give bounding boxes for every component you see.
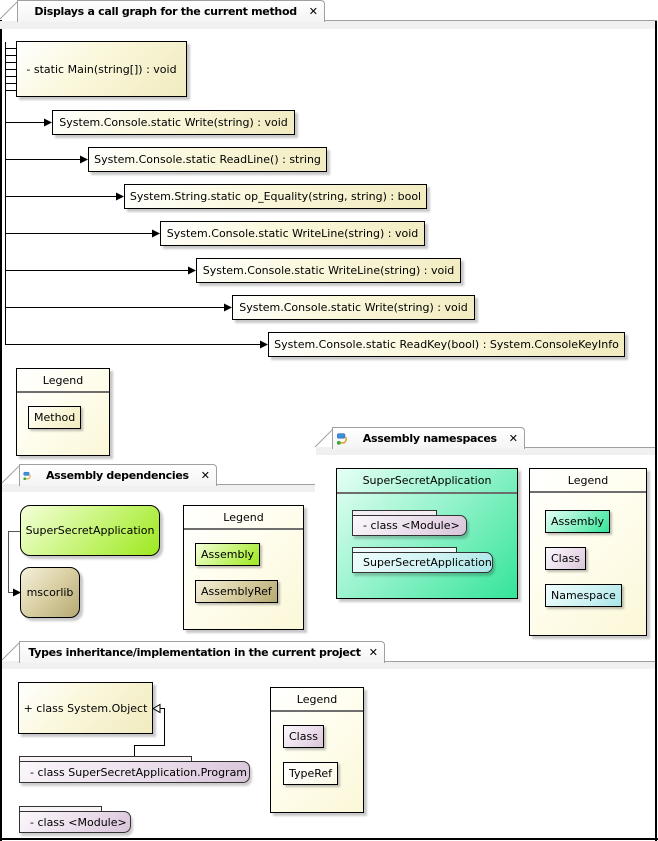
legend-item-assembly: Assembly	[195, 543, 261, 566]
root-method-node[interactable]: - static Main(string[]) : void	[16, 41, 187, 97]
callee-node[interactable]: System.Console.static WriteLine(string) …	[160, 221, 425, 246]
callee-label: System.Console.static ReadKey(bool) : Sy…	[274, 338, 619, 351]
derived-type-node[interactable]: - class SuperSecretApplication.Program	[19, 756, 250, 783]
window-border-left	[0, 20, 2, 841]
legend-title: Legend	[530, 469, 646, 493]
assembly-label: SuperSecretApplication	[25, 524, 155, 537]
window-border-right	[655, 20, 657, 841]
callee-label: System.Console.static Write(string) : vo…	[59, 116, 288, 129]
types-inheritance-legend: Legend Class TypeRef	[270, 687, 364, 813]
call-graph-legend: Legend Method	[16, 368, 110, 456]
assembly-ref-node[interactable]: mscorlib	[20, 567, 80, 618]
namespace-assembly-node[interactable]: SuperSecretApplication - class <Module> …	[336, 468, 518, 599]
tab-call-graph[interactable]: Displays a call graph for the current me…	[17, 0, 325, 22]
member-label: SuperSecretApplication	[352, 552, 493, 573]
callee-label: System.String.static op_Equality(string,…	[129, 190, 422, 203]
callee-node[interactable]: System.Console.static WriteLine(string) …	[196, 258, 461, 283]
member-label: - class <Module>	[352, 515, 467, 536]
legend-item-class: Class	[283, 725, 324, 748]
tab-title: Assembly namespaces	[362, 432, 497, 445]
root-method-label: - static Main(string[]) : void	[26, 62, 177, 76]
callee-node[interactable]: System.Console.static ReadLine() : strin…	[88, 147, 327, 172]
callee-label: System.Console.static ReadLine() : strin…	[94, 153, 321, 166]
assembly-ref-label: mscorlib	[26, 586, 74, 599]
callee-node[interactable]: System.Console.static Write(string) : vo…	[52, 110, 295, 135]
legend-title: Legend	[17, 369, 109, 393]
legend-item-typeref: TypeRef	[283, 762, 339, 785]
close-icon[interactable]: ✕	[201, 469, 210, 482]
module-class-label: - class <Module>	[19, 811, 131, 833]
legend-title: Legend	[271, 688, 363, 712]
legend-item-assembly-ref: AssemblyRef	[195, 580, 278, 603]
tab-title: Assembly dependencies	[45, 469, 189, 482]
tab-title: Displays a call graph for the current me…	[34, 5, 297, 18]
namespace-member-class[interactable]: - class <Module>	[352, 510, 467, 536]
close-icon[interactable]: ✕	[509, 432, 518, 445]
namespace-assembly-title: SuperSecretApplication	[337, 469, 517, 494]
namespace-member-namespace[interactable]: SuperSecretApplication	[352, 547, 493, 573]
legend-item-method: Method	[28, 406, 82, 429]
callee-node[interactable]: System.Console.static ReadKey(bool) : Sy…	[268, 332, 625, 357]
callee-node[interactable]: System.Console.static Write(string) : vo…	[232, 295, 475, 320]
diagram-icon	[23, 471, 31, 480]
base-type-label: + class System.Object	[23, 701, 148, 715]
base-type-node[interactable]: + class System.Object	[18, 682, 153, 734]
window-border-bottom	[0, 838, 658, 840]
legend-item-assembly: Assembly	[545, 510, 611, 533]
assembly-dependencies-legend: Legend Assembly AssemblyRef	[183, 505, 304, 630]
callee-node[interactable]: System.String.static op_Equality(string,…	[124, 184, 427, 209]
legend-title: Legend	[184, 506, 303, 530]
close-icon[interactable]: ✕	[309, 5, 318, 18]
callee-label: System.Console.static WriteLine(string) …	[166, 227, 419, 240]
assembly-namespaces-legend: Legend Assembly Class Namespace	[529, 468, 647, 636]
close-icon[interactable]: ✕	[369, 646, 378, 659]
module-class-node[interactable]: - class <Module>	[19, 806, 131, 833]
callee-label: System.Console.static WriteLine(string) …	[202, 264, 455, 277]
tab-types-inheritance[interactable]: Types inheritance/implementation in the …	[19, 641, 385, 663]
legend-item-namespace: Namespace	[545, 584, 622, 607]
callee-label: System.Console.static Write(string) : vo…	[239, 301, 468, 314]
tab-assembly-namespaces[interactable]: Assembly namespaces ✕	[332, 427, 525, 449]
diagram-icon	[336, 432, 348, 445]
legend-item-class: Class	[545, 547, 586, 570]
tab-title: Types inheritance/implementation in the …	[28, 646, 361, 659]
derived-type-label: - class SuperSecretApplication.Program	[19, 761, 250, 783]
assembly-node[interactable]: SuperSecretApplication	[20, 505, 160, 556]
tab-assembly-dependencies[interactable]: Assembly dependencies ✕	[19, 464, 217, 486]
